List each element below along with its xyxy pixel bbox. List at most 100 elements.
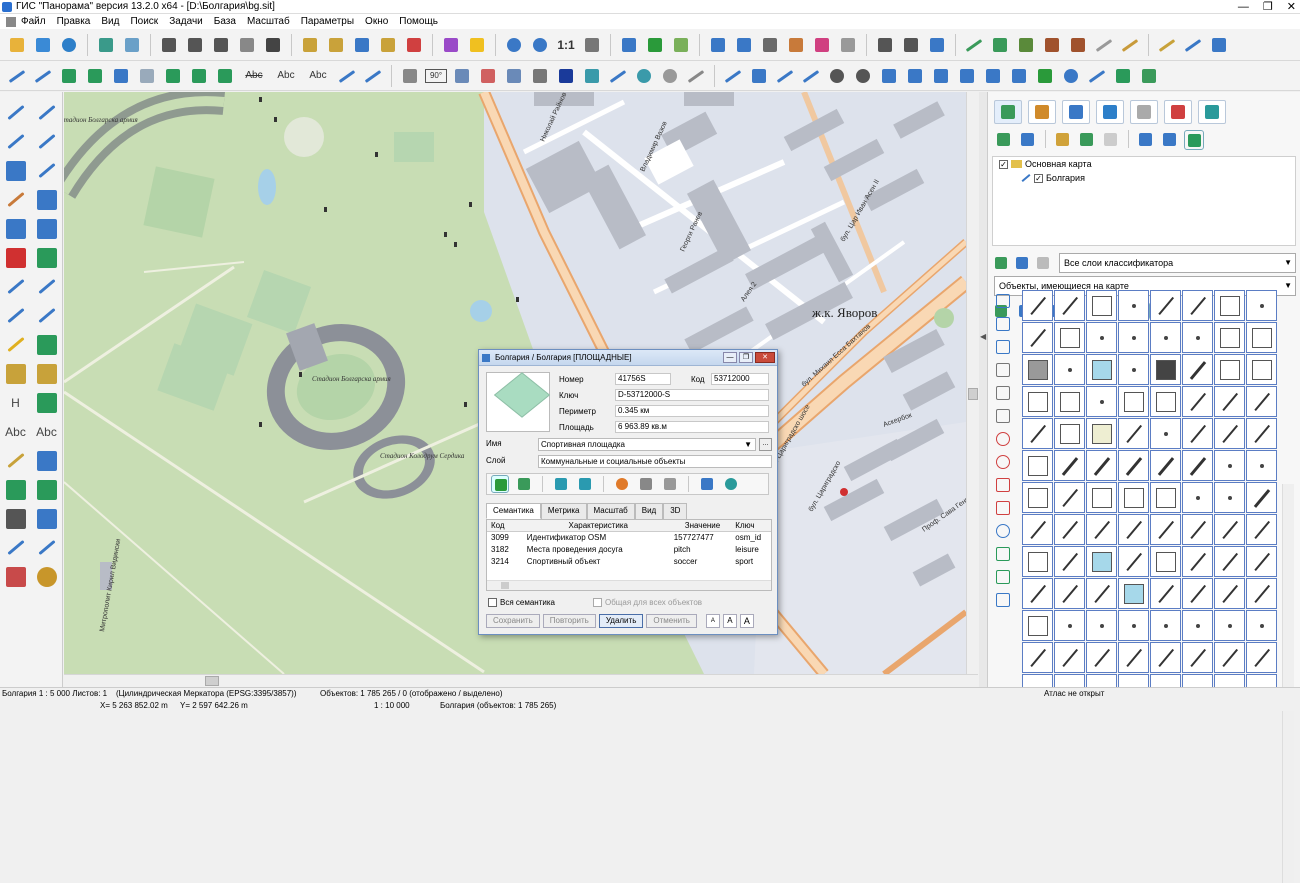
height-tool[interactable]: H bbox=[11, 396, 20, 410]
dialog-titlebar[interactable]: Болгария / Болгария [ПЛОЩАДНЫЕ] — ❐ ✕ bbox=[479, 350, 777, 366]
legend-swatch[interactable] bbox=[1118, 546, 1149, 577]
legend-swatch[interactable] bbox=[1246, 482, 1277, 513]
intersect-icon[interactable] bbox=[607, 65, 629, 87]
table-row[interactable]: 3182 Места проведения досуга pitch leisu… bbox=[487, 544, 771, 556]
tree-row-bulgaria[interactable]: ✓ Болгария bbox=[993, 171, 1295, 185]
type-hash-icon[interactable] bbox=[996, 478, 1010, 492]
font-small-button[interactable]: A bbox=[705, 614, 720, 628]
legend-swatch[interactable] bbox=[1118, 418, 1149, 449]
ring-icon[interactable] bbox=[633, 65, 655, 87]
legend-swatch[interactable] bbox=[1214, 642, 1245, 673]
legend-swatch[interactable] bbox=[1054, 386, 1085, 417]
globe-tab-icon[interactable] bbox=[1096, 100, 1124, 124]
col-key[interactable]: Ключ bbox=[731, 520, 771, 531]
pen-icon[interactable] bbox=[6, 104, 25, 121]
palette-icon[interactable] bbox=[440, 34, 462, 56]
text-strike-button[interactable]: Abc bbox=[240, 70, 268, 81]
table-icon[interactable] bbox=[555, 65, 577, 87]
table-row[interactable]: 3214 Спортивный объект soccer sport bbox=[487, 556, 771, 568]
add-map-icon[interactable] bbox=[994, 130, 1014, 150]
magnifier-icon[interactable] bbox=[36, 450, 57, 471]
legend-swatch[interactable] bbox=[1246, 642, 1277, 673]
binoculars-icon[interactable] bbox=[158, 34, 180, 56]
table-hscroll-thumb[interactable] bbox=[501, 582, 509, 589]
menu-tasks[interactable]: Задачи bbox=[169, 14, 203, 29]
classifier-icon[interactable] bbox=[992, 254, 1010, 272]
col-value[interactable]: Значение bbox=[670, 520, 732, 531]
code-field[interactable]: 53712000 bbox=[711, 373, 769, 385]
edit-tool-3-icon[interactable] bbox=[1015, 34, 1037, 56]
snap-branch-icon[interactable] bbox=[800, 65, 822, 87]
vertex-3-icon[interactable] bbox=[214, 65, 236, 87]
legend-swatch[interactable] bbox=[1214, 290, 1245, 321]
angle-icon[interactable] bbox=[1182, 34, 1204, 56]
help-pen-icon[interactable] bbox=[5, 160, 26, 181]
vertex-icon[interactable] bbox=[162, 65, 184, 87]
point-line-icon[interactable] bbox=[6, 278, 25, 295]
map-tab-icon[interactable] bbox=[994, 100, 1022, 124]
legend-swatch[interactable] bbox=[1118, 578, 1149, 609]
legend-swatch[interactable] bbox=[1182, 642, 1213, 673]
classifier-3-icon[interactable] bbox=[1034, 254, 1052, 272]
menu-help[interactable]: Помощь bbox=[399, 14, 438, 29]
font-large-button[interactable]: A bbox=[739, 614, 754, 628]
legend-swatch[interactable] bbox=[1150, 610, 1181, 641]
check-icon[interactable] bbox=[644, 34, 666, 56]
delete-icon[interactable] bbox=[5, 247, 26, 268]
hatch-icon[interactable] bbox=[477, 65, 499, 87]
legend-swatch[interactable] bbox=[1214, 610, 1245, 641]
cancel-button[interactable]: Отменить bbox=[646, 614, 697, 628]
legend-swatch[interactable] bbox=[1054, 482, 1085, 513]
tab-semantics[interactable]: Семантика bbox=[486, 503, 541, 519]
triangle-icon[interactable] bbox=[529, 65, 551, 87]
brush-tool-icon[interactable] bbox=[6, 452, 25, 469]
curve-pen-icon[interactable] bbox=[37, 162, 56, 179]
wave-line-icon[interactable] bbox=[6, 307, 25, 324]
draw-line-icon[interactable] bbox=[6, 65, 28, 87]
type-check-icon[interactable] bbox=[996, 570, 1010, 584]
info-cursor-icon[interactable] bbox=[733, 34, 755, 56]
type-house-icon[interactable] bbox=[996, 409, 1010, 423]
ruler-diag-icon[interactable] bbox=[1156, 34, 1178, 56]
legend-swatch[interactable] bbox=[1022, 482, 1053, 513]
legend-swatch[interactable] bbox=[1054, 290, 1085, 321]
zoom-in-icon[interactable] bbox=[529, 34, 551, 56]
type-car-icon[interactable] bbox=[996, 593, 1010, 607]
layers-icon[interactable] bbox=[95, 34, 117, 56]
vertex-2-icon[interactable] bbox=[188, 65, 210, 87]
diamond-icon[interactable] bbox=[581, 65, 603, 87]
iron-icon[interactable] bbox=[904, 65, 926, 87]
legend-swatch[interactable] bbox=[1182, 610, 1213, 641]
delete-area-icon[interactable] bbox=[36, 247, 57, 268]
scissors-icon[interactable] bbox=[5, 218, 26, 239]
snap-arrow-icon[interactable] bbox=[774, 65, 796, 87]
print-preview-icon[interactable] bbox=[900, 34, 922, 56]
legend-swatch[interactable] bbox=[1054, 354, 1085, 385]
pencil-tool-icon[interactable] bbox=[6, 336, 25, 353]
legend-swatch[interactable] bbox=[1118, 290, 1149, 321]
menu-window[interactable]: Окно bbox=[365, 14, 388, 29]
bezier-icon[interactable] bbox=[878, 65, 900, 87]
legend-swatch[interactable] bbox=[1182, 386, 1213, 417]
menu-edit[interactable]: Правка bbox=[57, 14, 91, 29]
compass-icon[interactable] bbox=[1060, 65, 1082, 87]
legend-swatch[interactable] bbox=[1054, 418, 1085, 449]
menu-file[interactable]: Файл bbox=[21, 14, 46, 29]
pen-2-icon[interactable] bbox=[37, 104, 56, 121]
document-tab-icon[interactable] bbox=[1130, 100, 1158, 124]
legend-swatch[interactable] bbox=[1086, 610, 1117, 641]
legend-swatch[interactable] bbox=[1054, 546, 1085, 577]
rotate-90-button[interactable]: 90° bbox=[425, 68, 447, 83]
text-curve-button[interactable]: Abc bbox=[304, 70, 332, 81]
edit-tool-1-icon[interactable] bbox=[963, 34, 985, 56]
legend-swatch[interactable] bbox=[1118, 610, 1149, 641]
legend-swatch[interactable] bbox=[1182, 514, 1213, 545]
cell-value[interactable]: soccer bbox=[670, 556, 732, 568]
legend-swatch[interactable] bbox=[1022, 546, 1053, 577]
col-code[interactable]: Код bbox=[487, 520, 523, 531]
legend-swatch[interactable] bbox=[1214, 418, 1245, 449]
type-circle-2-icon[interactable] bbox=[996, 455, 1010, 469]
legend-swatch[interactable] bbox=[1054, 642, 1085, 673]
legend-swatch[interactable] bbox=[1086, 546, 1117, 577]
draw-polyline-icon[interactable] bbox=[32, 65, 54, 87]
